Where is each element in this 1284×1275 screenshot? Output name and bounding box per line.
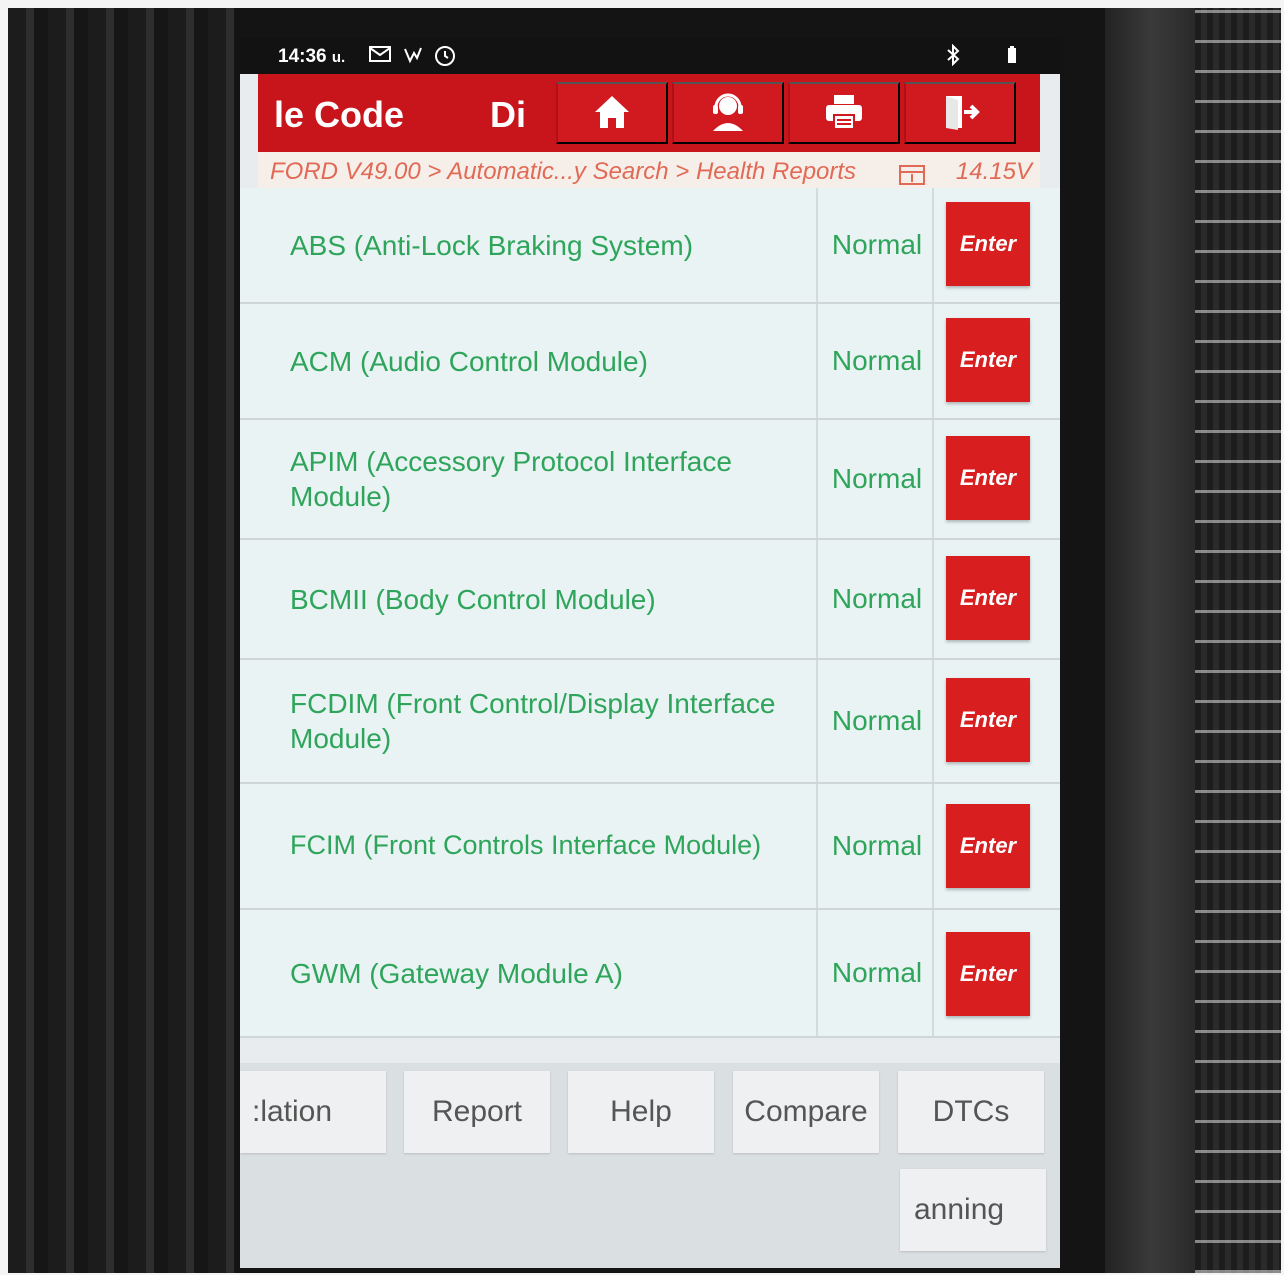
list-item: FCIM (Front Controls Interface Module) N… bbox=[240, 784, 1060, 910]
column-divider bbox=[932, 784, 934, 908]
breadcrumb: FORD V49.00 > Automatic...y Search > Hea… bbox=[258, 152, 1040, 193]
list-item: APIM (Accessory Protocol Interface Modul… bbox=[240, 420, 1060, 540]
module-status: Normal bbox=[831, 583, 923, 614]
list-item: ACM (Audio Control Module) Normal Enter bbox=[240, 304, 1060, 420]
support-agent-icon bbox=[707, 91, 749, 136]
calibration-button[interactable]: :lation bbox=[240, 1071, 386, 1153]
enter-button[interactable]: Enter bbox=[946, 556, 1030, 640]
status-bar: 14:36 u. bbox=[240, 38, 1060, 74]
page-title-right: Di bbox=[490, 94, 526, 135]
battery-icon bbox=[1005, 44, 1019, 71]
enter-button[interactable]: Enter bbox=[946, 932, 1030, 1016]
page-title-left: le Code bbox=[274, 94, 405, 135]
enter-button[interactable]: Enter bbox=[946, 678, 1030, 762]
exit-icon bbox=[940, 92, 980, 135]
enter-button[interactable]: Enter bbox=[946, 202, 1030, 286]
module-status: Normal bbox=[831, 345, 923, 376]
print-icon bbox=[823, 93, 865, 134]
car-seat-background bbox=[1095, 8, 1281, 1273]
column-divider bbox=[932, 910, 934, 1036]
time-text: 14:36 bbox=[278, 46, 327, 67]
column-divider bbox=[816, 188, 818, 302]
column-divider bbox=[932, 420, 934, 538]
module-status: Normal bbox=[831, 705, 923, 736]
column-divider bbox=[816, 784, 818, 908]
list-item: GWM (Gateway Module A) Normal Enter bbox=[240, 910, 1060, 1038]
device-case-left bbox=[8, 8, 240, 1273]
print-button[interactable] bbox=[788, 82, 900, 144]
calendar-icon[interactable] bbox=[898, 162, 926, 191]
enter-button[interactable]: Enter bbox=[946, 318, 1030, 402]
seat-fabric bbox=[1195, 8, 1281, 1273]
battery-voltage: 14.15V bbox=[955, 158, 1032, 185]
home-button[interactable] bbox=[556, 82, 668, 144]
clock-badge-icon bbox=[433, 44, 457, 73]
tablet-screen: 14:36 u. le Code Di FORD V49.00 > Automa… bbox=[240, 38, 1060, 1268]
help-button[interactable]: Help bbox=[568, 1071, 714, 1153]
column-divider bbox=[932, 540, 934, 658]
module-status: Normal bbox=[831, 830, 923, 861]
bluetooth-icon bbox=[946, 43, 960, 71]
status-time: 14:36 u. bbox=[278, 46, 345, 68]
compare-button[interactable]: Compare bbox=[733, 1071, 879, 1153]
scanning-button[interactable]: anning bbox=[900, 1169, 1046, 1251]
list-item: BCMII (Body Control Module) Normal Enter bbox=[240, 540, 1060, 660]
column-divider bbox=[816, 540, 818, 658]
column-divider bbox=[816, 420, 818, 538]
home-icon bbox=[592, 93, 632, 134]
report-button[interactable]: Report bbox=[404, 1071, 550, 1153]
list-item: ABS (Anti-Lock Braking System) Normal En… bbox=[240, 188, 1060, 304]
column-divider bbox=[816, 660, 818, 782]
module-status: Normal bbox=[831, 957, 923, 988]
column-divider bbox=[816, 304, 818, 418]
support-button[interactable] bbox=[672, 82, 784, 144]
module-name: FCDIM (Front Control/Display Interface M… bbox=[290, 688, 776, 754]
module-name: BCMII (Body Control Module) bbox=[290, 583, 656, 615]
module-name: GWM (Gateway Module A) bbox=[290, 957, 623, 989]
app-toolbar: le Code Di bbox=[258, 74, 1040, 152]
module-name: FCIM (Front Controls Interface Module) bbox=[290, 830, 762, 861]
column-divider bbox=[816, 910, 818, 1036]
module-status: Normal bbox=[831, 229, 923, 260]
carrier-text: u. bbox=[331, 49, 346, 66]
device-bezel-right bbox=[1095, 8, 1190, 1273]
dtcs-button[interactable]: DTCs bbox=[898, 1071, 1044, 1153]
module-name: APIM (Accessory Protocol Interface Modul… bbox=[290, 446, 732, 512]
column-divider bbox=[932, 660, 934, 782]
enter-button[interactable]: Enter bbox=[946, 436, 1030, 520]
breadcrumb-path: FORD V49.00 > Automatic...y Search > Hea… bbox=[270, 158, 857, 185]
signal-wave-icon bbox=[402, 44, 424, 71]
exit-button[interactable] bbox=[904, 82, 1016, 144]
mail-icon bbox=[368, 44, 392, 69]
module-name: ACM (Audio Control Module) bbox=[290, 345, 648, 377]
list-item: FCDIM (Front Control/Display Interface M… bbox=[240, 660, 1060, 784]
column-divider bbox=[932, 304, 934, 418]
column-divider bbox=[932, 188, 934, 302]
enter-button[interactable]: Enter bbox=[946, 804, 1030, 888]
module-name: ABS (Anti-Lock Braking System) bbox=[290, 229, 694, 261]
bottom-action-bar: :lation Report Help Compare DTCs anning bbox=[240, 1063, 1060, 1268]
module-status: Normal bbox=[831, 463, 923, 494]
